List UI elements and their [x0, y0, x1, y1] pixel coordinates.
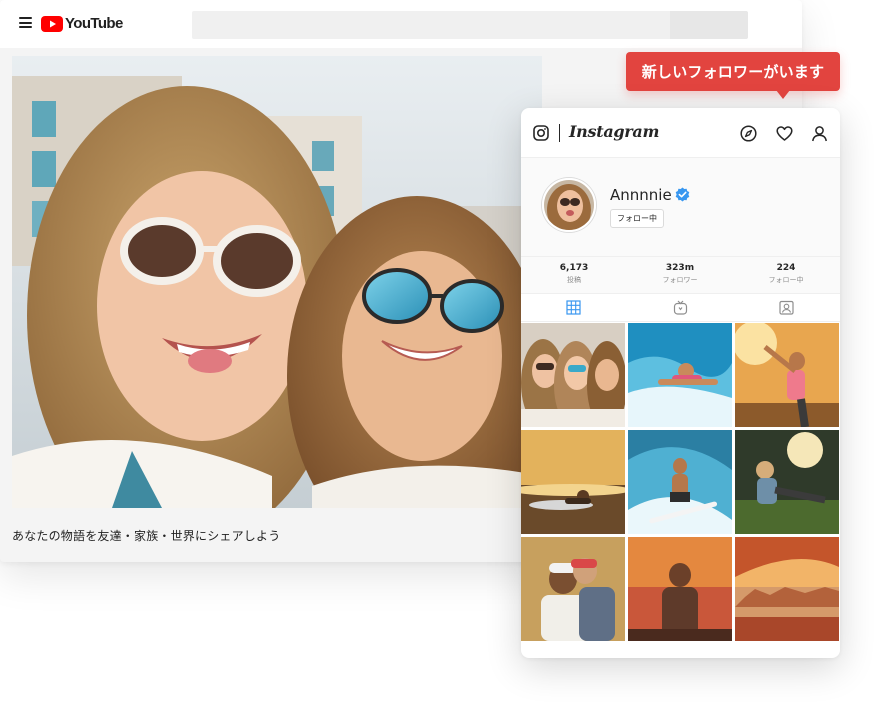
- post-tile[interactable]: [521, 537, 625, 641]
- post-grid: [521, 323, 840, 658]
- camera-icon[interactable]: [533, 125, 549, 141]
- person-icon[interactable]: [811, 125, 828, 142]
- post-tile[interactable]: [628, 430, 732, 534]
- stat-following-value: 224: [776, 263, 796, 273]
- video-player[interactable]: [12, 56, 542, 508]
- heart-icon[interactable]: [776, 125, 793, 142]
- following-button[interactable]: フォロー中: [610, 209, 664, 228]
- stat-following[interactable]: 224 フォロー中: [733, 263, 839, 285]
- post-tile[interactable]: [628, 537, 732, 641]
- hamburger-menu-icon[interactable]: [19, 17, 32, 28]
- post-tile[interactable]: [735, 430, 839, 534]
- profile-tabs: [521, 294, 840, 322]
- header-divider: [559, 124, 560, 142]
- stat-posts[interactable]: 6,173 投稿: [521, 263, 627, 285]
- stat-posts-value: 6,173: [559, 263, 589, 273]
- stat-followers-label: フォロワー: [662, 276, 698, 284]
- post-tile[interactable]: [521, 430, 625, 534]
- compass-icon[interactable]: [740, 125, 757, 142]
- profile-section: Annnnie フォロー中: [521, 158, 840, 256]
- profile-username: Annnnie: [610, 186, 672, 204]
- post-tile[interactable]: [735, 323, 839, 427]
- youtube-play-icon: [41, 15, 63, 32]
- youtube-logo[interactable]: YouTube: [41, 15, 123, 32]
- search-input[interactable]: [192, 11, 670, 39]
- instagram-profile-card: Instagram Annnnie フォロー中 6,173 投稿 323m フォ…: [521, 108, 840, 658]
- post-tile[interactable]: [521, 323, 625, 427]
- notification-tail: [776, 90, 790, 99]
- instagram-wordmark[interactable]: Instagram: [569, 122, 659, 141]
- post-tile[interactable]: [628, 323, 732, 427]
- instagram-header: Instagram: [521, 108, 840, 158]
- stat-followers[interactable]: 323m フォロワー: [627, 263, 733, 285]
- search-button[interactable]: [670, 11, 748, 39]
- avatar[interactable]: [542, 178, 596, 232]
- stat-posts-label: 投稿: [567, 276, 581, 284]
- video-thumbnail: [12, 56, 542, 508]
- tagged-icon[interactable]: [779, 300, 794, 315]
- grid-icon[interactable]: [566, 300, 581, 315]
- video-description: あなたの物語を友達・家族・世界にシェアしよう: [12, 529, 281, 543]
- igtv-icon[interactable]: [673, 300, 688, 315]
- verified-badge-icon: [675, 187, 690, 202]
- stat-followers-value: 323m: [665, 263, 695, 273]
- post-tile[interactable]: [735, 537, 839, 641]
- youtube-header: YouTube: [0, 0, 802, 48]
- new-follower-notification[interactable]: 新しいフォロワーがいます: [626, 52, 840, 91]
- stat-following-label: フォロー中: [768, 276, 804, 284]
- profile-stats: 6,173 投稿 323m フォロワー 224 フォロー中: [521, 256, 840, 294]
- youtube-logo-text: YouTube: [65, 15, 123, 32]
